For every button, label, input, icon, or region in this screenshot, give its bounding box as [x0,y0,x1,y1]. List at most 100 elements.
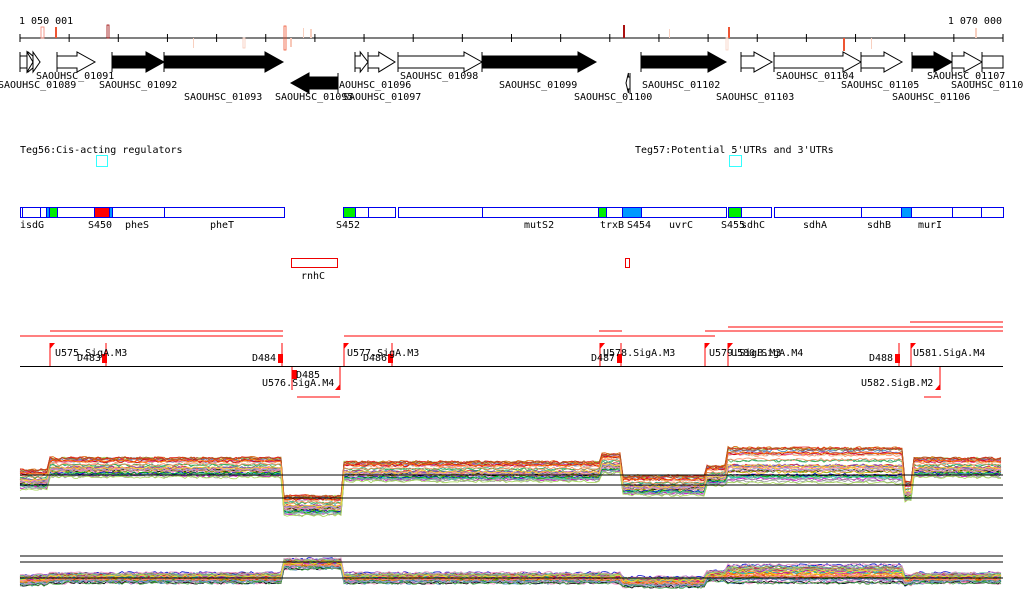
variant-marker[interactable] [623,25,625,38]
gene-arrow[interactable] [397,51,484,73]
gene-arrow[interactable] [32,50,41,74]
variant-marker[interactable] [669,29,670,38]
operon-segment[interactable] [598,207,607,218]
operon-label-s450: S450 [88,220,112,231]
operon-segment[interactable] [49,207,58,218]
gene-arrow[interactable] [289,72,339,94]
variant-marker[interactable] [843,38,845,51]
gene-arrow[interactable] [773,51,863,73]
promoter-flag[interactable] [335,384,340,390]
variant-marker[interactable] [303,28,304,38]
teg-tracks: Teg56:Cis-acting regulators Teg57:Potenti… [20,145,834,167]
gene-arrow[interactable] [367,51,396,73]
feature-label-u576-siga-m4: U576.SigA.M4 [262,378,334,389]
ruler-end-label: 1 070 000 [948,16,1002,27]
operon-segment[interactable] [22,207,41,218]
operon-segment[interactable] [911,207,953,218]
gene-arrow[interactable] [951,51,984,73]
variant-marker[interactable] [310,29,312,38]
gene-arrow[interactable] [640,51,728,73]
ruler-start-label: 1 050 001 [19,16,73,27]
gene-saouhsc_01100[interactable]: SAOUHSC_01100 [574,72,652,103]
gene-track: SAOUHSC_01089SAOUHSC_01091SAOUHSC_01092S… [0,50,1023,103]
gene-arrow[interactable] [163,51,285,73]
expression-panel-2 [19,555,1003,589]
gene-arrow[interactable] [740,51,774,73]
gene-label: SAOUHSC_01106 [892,92,970,103]
operon-segment[interactable] [482,207,599,218]
operon-label-s452: S452 [336,220,360,231]
gene-label: SAOUHSC_01099 [499,80,577,91]
variant-marker[interactable] [290,38,292,47]
operon-segment[interactable] [112,207,165,218]
genome-browser-view: 1 050 001 1 070 000 SAOUHSC_01089SAOUHSC_0… [0,16,1023,589]
feature-label-u580-siga-m4: U580.SigA.M4 [731,348,803,359]
gene-saouhsc_01093[interactable]: SAOUHSC_01093 [163,51,285,103]
operon-segment[interactable] [641,207,727,218]
variant-marker[interactable] [40,26,45,39]
gene-arrow[interactable] [111,51,166,73]
variant-marker[interactable] [242,37,246,49]
rnhc-feature[interactable] [291,258,338,268]
variant-marker[interactable] [728,27,730,38]
small-feature[interactable] [625,258,630,268]
teg57-feature[interactable] [729,155,742,167]
gene-arrow[interactable] [354,50,369,74]
operon-segment[interactable] [40,207,47,218]
gene-arrow[interactable] [625,72,631,94]
operon-segment[interactable] [368,207,396,218]
gene-arrow[interactable] [860,51,904,73]
variant-marker[interactable] [975,28,977,38]
operon-label-phes: pheS [125,220,149,231]
operon-segment[interactable] [398,207,483,218]
promoter-flag[interactable] [935,384,940,390]
feature-track: U575.SigA.M3D483 D484D485U576.SigA.M4U577… [20,321,1003,398]
operon-segment[interactable] [164,207,285,218]
gene-saouhsc_01102[interactable]: SAOUHSC_01102 [640,51,728,91]
terminator-block[interactable] [895,354,900,363]
gene-arrow[interactable] [56,51,97,73]
feature-label-u578-siga-m3: U578.SigA.M3 [603,348,675,359]
gene-saouhsc_01099[interactable]: SAOUHSC_01099 [481,51,598,91]
operon-segment[interactable] [901,207,912,218]
variant-marker[interactable] [106,24,110,39]
gene-label: SAOUHSC_0110 [951,80,1023,91]
gene-label: SAOUHSC_01103 [716,92,794,103]
feature-label-d488: D488 [869,353,893,364]
variant-marker[interactable] [55,27,57,38]
teg56-track-label: Teg56:Cis-acting regulators [20,145,183,156]
terminator-block[interactable] [278,354,283,363]
operon-label-sdhc: sdhC [741,220,765,231]
feature-label-u582-sigb-m2: U582.SigB.M2 [861,378,933,389]
operon-segment[interactable] [774,207,862,218]
variant-marker[interactable] [725,37,729,51]
variant-marker[interactable] [871,38,872,49]
operon-segment[interactable] [343,207,356,218]
operon-segment[interactable] [355,207,369,218]
gene-saouhsc_01104[interactable]: SAOUHSC_01104 [773,51,863,82]
feature-label-u581-siga-m4: U581.SigA.M4 [913,348,985,359]
gene-arrow[interactable] [981,55,1004,69]
operon-segment[interactable] [952,207,982,218]
operon-segment[interactable] [728,207,742,218]
operon-segment[interactable] [741,207,772,218]
operon-label-trxb: trxB [600,220,624,231]
operon-label-sdhb: sdhB [867,220,891,231]
gene-arrow[interactable] [911,51,954,73]
operon-segment[interactable] [861,207,902,218]
gene-arrow[interactable] [481,51,598,73]
gene-saouhsc_01098[interactable]: SAOUHSC_01098 [397,51,484,82]
operon-track: isdG S450 pheS pheT S452 mutS2 trxB S454 uvrC S45… [20,207,1004,282]
operon-label-uvrc: uvrC [669,220,693,231]
variant-marker[interactable] [193,38,194,48]
operon-label-phet: pheT [210,220,234,231]
operon-segment[interactable] [622,207,642,218]
rnhc-label: rnhC [301,271,325,282]
operon-segment[interactable] [57,207,95,218]
gene-saouhsc_01091[interactable]: SAOUHSC_01091 [36,51,114,82]
operon-segment[interactable] [94,207,110,218]
feature-label-d486: D486 [363,353,387,364]
operon-segment[interactable] [981,207,1004,218]
operon-segment[interactable] [606,207,623,218]
teg56-feature[interactable] [96,155,108,167]
